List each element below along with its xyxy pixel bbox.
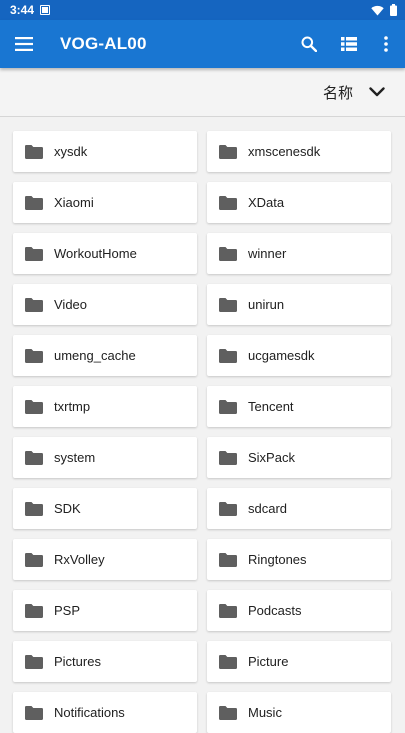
- folder-icon: [25, 297, 43, 312]
- search-button[interactable]: [289, 20, 329, 68]
- folder-name: system: [54, 450, 96, 465]
- folder-tile[interactable]: Xiaomi: [13, 182, 197, 223]
- folder-name: RxVolley: [54, 552, 105, 567]
- folder-icon: [25, 705, 43, 720]
- folder-icon: [25, 195, 43, 210]
- battery-icon: [390, 4, 397, 16]
- folder-tile[interactable]: WorkoutHome: [13, 233, 197, 274]
- folder-tile[interactable]: umeng_cache: [13, 335, 197, 376]
- folder-icon: [25, 144, 43, 159]
- folder-tile[interactable]: winner: [207, 233, 391, 274]
- folder-name: winner: [248, 246, 287, 261]
- notification-icon: [40, 5, 51, 15]
- folder-name: Picture: [248, 654, 289, 669]
- folder-name: SixPack: [248, 450, 295, 465]
- folder-name: xysdk: [54, 144, 88, 159]
- folder-tile[interactable]: Podcasts: [207, 590, 391, 631]
- folder-grid: xysdk xmscenesdk Xiaomi XData WorkoutHom…: [13, 131, 391, 733]
- sort-label: 名称: [322, 83, 353, 102]
- folder-name: WorkoutHome: [54, 246, 137, 261]
- folder-icon: [25, 399, 43, 414]
- folder-tile[interactable]: Tencent: [207, 386, 391, 427]
- folder-name: Xiaomi: [54, 195, 94, 210]
- folder-tile[interactable]: Ringtones: [207, 539, 391, 580]
- folder-tile[interactable]: Music: [207, 692, 391, 733]
- folder-tile[interactable]: Pictures: [13, 641, 197, 682]
- list-view-icon: [341, 37, 357, 51]
- folder-tile[interactable]: Picture: [207, 641, 391, 682]
- folder-tile[interactable]: Video: [13, 284, 197, 325]
- folder-name: Music: [248, 705, 282, 720]
- folder-icon: [219, 603, 237, 618]
- folder-tile[interactable]: SixPack: [207, 437, 391, 478]
- folder-name: txrtmp: [54, 399, 91, 414]
- folder-icon: [219, 399, 237, 414]
- folder-name: umeng_cache: [54, 348, 136, 363]
- folder-name: Video: [54, 297, 88, 312]
- folder-icon: [25, 654, 43, 669]
- folder-tile[interactable]: SDK: [13, 488, 197, 529]
- folder-name: PSP: [54, 603, 81, 618]
- folder-name: Notifications: [54, 705, 125, 720]
- more-vertical-icon: [384, 36, 388, 52]
- folder-icon: [219, 501, 237, 516]
- folder-tile[interactable]: RxVolley: [13, 539, 197, 580]
- folder-tile[interactable]: sdcard: [207, 488, 391, 529]
- folder-icon: [219, 450, 237, 465]
- folder-name: xmscenesdk: [248, 144, 321, 159]
- folder-tile[interactable]: Notifications: [13, 692, 197, 733]
- view-mode-button[interactable]: [329, 20, 369, 68]
- sort-bar[interactable]: 名称: [0, 68, 405, 117]
- folder-tile[interactable]: XData: [207, 182, 391, 223]
- folder-icon: [25, 348, 43, 363]
- folder-name: SDK: [54, 501, 81, 516]
- status-time: 3:44: [10, 3, 35, 17]
- folder-tile[interactable]: xysdk: [13, 131, 197, 172]
- folder-name: Ringtones: [248, 552, 307, 567]
- folder-name: Podcasts: [248, 603, 302, 618]
- folder-name: sdcard: [248, 501, 288, 516]
- folder-tile[interactable]: txrtmp: [13, 386, 197, 427]
- folder-icon: [219, 246, 237, 261]
- folder-tile[interactable]: PSP: [13, 590, 197, 631]
- folder-tile[interactable]: unirun: [207, 284, 391, 325]
- page-title: VOG-AL00: [60, 34, 147, 53]
- folder-tile[interactable]: ucgamesdk: [207, 335, 391, 376]
- status-bar: 3:44: [0, 0, 405, 20]
- folder-icon: [219, 348, 237, 363]
- status-icons: [371, 4, 397, 16]
- folder-icon: [219, 705, 237, 720]
- chevron-down-icon[interactable]: [369, 87, 385, 97]
- folder-icon: [219, 552, 237, 567]
- folder-icon: [219, 654, 237, 669]
- folder-icon: [219, 144, 237, 159]
- menu-button[interactable]: [4, 20, 44, 68]
- app-bar: VOG-AL00: [0, 20, 405, 68]
- folder-tile[interactable]: xmscenesdk: [207, 131, 391, 172]
- folder-name: unirun: [248, 297, 285, 312]
- folder-tile[interactable]: system: [13, 437, 197, 478]
- folder-icon: [219, 297, 237, 312]
- folder-icon: [25, 246, 43, 261]
- folder-icon: [25, 450, 43, 465]
- folder-name: Pictures: [54, 654, 101, 669]
- hamburger-menu-icon: [15, 37, 33, 51]
- folder-name: Tencent: [248, 399, 294, 414]
- folder-name: XData: [248, 195, 285, 210]
- search-icon: [301, 36, 317, 52]
- wifi-icon: [371, 5, 384, 15]
- folder-icon: [25, 603, 43, 618]
- folder-icon: [25, 501, 43, 516]
- app-bar-actions: [289, 20, 405, 68]
- folder-icon: [25, 552, 43, 567]
- overflow-menu-button[interactable]: [369, 20, 403, 68]
- folder-name: ucgamesdk: [248, 348, 315, 363]
- folder-icon: [219, 195, 237, 210]
